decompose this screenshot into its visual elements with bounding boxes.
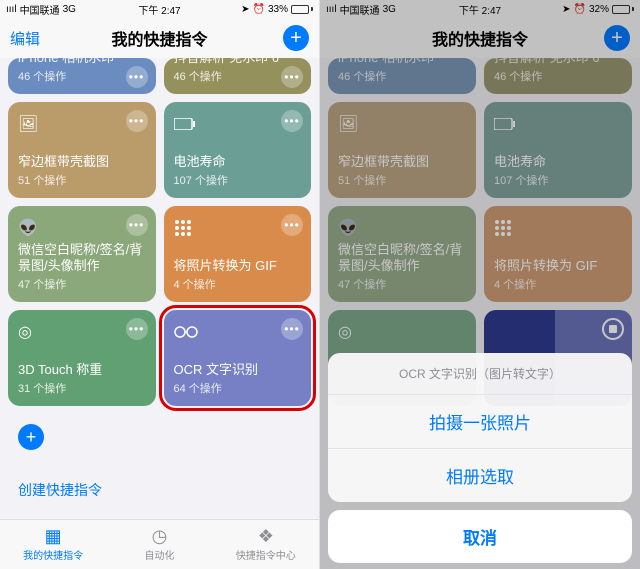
tab-automation[interactable]: ◷ 自动化 bbox=[106, 520, 212, 569]
shortcut-card[interactable]: 电池寿命 107 个操作 ••• bbox=[164, 102, 312, 198]
phone-screen-left: ıııl 中国联通 3G 下午 2:47 ➤ ⏰ 33% 编辑 我的快捷指令 +… bbox=[0, 0, 320, 569]
more-icon[interactable]: ••• bbox=[126, 110, 148, 132]
sheet-option-camera[interactable]: 拍摄一张照片 bbox=[328, 395, 632, 449]
action-sheet: OCR 文字识别（图片转文字） 拍摄一张照片 相册选取 取消 bbox=[328, 353, 632, 563]
alarm-icon: ⏰ bbox=[253, 4, 265, 15]
shortcut-grid: iPhone 相机水印 46 个操作 ••• 抖音解析 免水印 6 46 个操作… bbox=[0, 58, 319, 519]
carrier: 中国联通 bbox=[20, 2, 60, 17]
more-icon[interactable]: ••• bbox=[281, 214, 303, 236]
shortcut-card[interactable]: iPhone 相机水印 46 个操作 ••• bbox=[8, 58, 156, 94]
plus-icon: + bbox=[18, 424, 44, 450]
nav-bar: 编辑 我的快捷指令 + bbox=[0, 18, 319, 58]
create-shortcut-button[interactable]: + 创建快捷指令 bbox=[8, 414, 156, 510]
tab-gallery[interactable]: ❖ 快捷指令中心 bbox=[213, 520, 319, 569]
add-shortcut-button[interactable]: + bbox=[283, 25, 309, 51]
more-icon[interactable]: ••• bbox=[281, 318, 303, 340]
phone-screen-right: ıııl 中国联通 3G 下午 2:47 ➤ ⏰ 32% 我的快捷指令 + iP… bbox=[320, 0, 640, 569]
shortcut-card[interactable]: 抖音解析 免水印 6 46 个操作 ••• bbox=[164, 58, 312, 94]
shortcut-card[interactable]: ◎ 3D Touch 称重 31 个操作 ••• bbox=[8, 310, 156, 406]
sheet-title: OCR 文字识别（图片转文字） bbox=[328, 353, 632, 395]
tab-bar: ▦ 我的快捷指令 ◷ 自动化 ❖ 快捷指令中心 bbox=[0, 519, 319, 569]
signal-icon: ıııl bbox=[6, 4, 17, 15]
shortcut-card[interactable]: 🖼 窄边框带壳截图 51 个操作 ••• bbox=[8, 102, 156, 198]
shortcut-card-ocr[interactable]: OCR 文字识别 64 个操作 ••• bbox=[164, 310, 312, 406]
edit-button[interactable]: 编辑 bbox=[10, 28, 40, 49]
more-icon[interactable]: ••• bbox=[126, 318, 148, 340]
network: 3G bbox=[63, 4, 76, 15]
battery-pct: 33% bbox=[268, 4, 288, 15]
shortcut-card[interactable]: 将照片转换为 GIF 4 个操作 ••• bbox=[164, 206, 312, 302]
page-title: 我的快捷指令 bbox=[0, 26, 319, 50]
more-icon[interactable]: ••• bbox=[281, 66, 303, 88]
more-icon[interactable]: ••• bbox=[126, 214, 148, 236]
status-bar: ıııl 中国联通 3G 下午 2:47 ➤ ⏰ 33% bbox=[0, 0, 319, 18]
shortcut-card[interactable]: 👽 微信空白昵称/签名/背景图/头像制作 47 个操作 ••• bbox=[8, 206, 156, 302]
sheet-cancel-button[interactable]: 取消 bbox=[328, 510, 632, 563]
location-icon: ➤ bbox=[241, 4, 249, 15]
more-icon[interactable]: ••• bbox=[281, 110, 303, 132]
tab-my-shortcuts[interactable]: ▦ 我的快捷指令 bbox=[0, 520, 106, 569]
grid-icon: ▦ bbox=[45, 527, 62, 545]
stack-icon: ❖ bbox=[258, 527, 274, 545]
sheet-option-album[interactable]: 相册选取 bbox=[328, 449, 632, 502]
battery-icon bbox=[291, 5, 313, 14]
clock-icon: ◷ bbox=[152, 527, 168, 545]
more-icon[interactable]: ••• bbox=[126, 66, 148, 88]
